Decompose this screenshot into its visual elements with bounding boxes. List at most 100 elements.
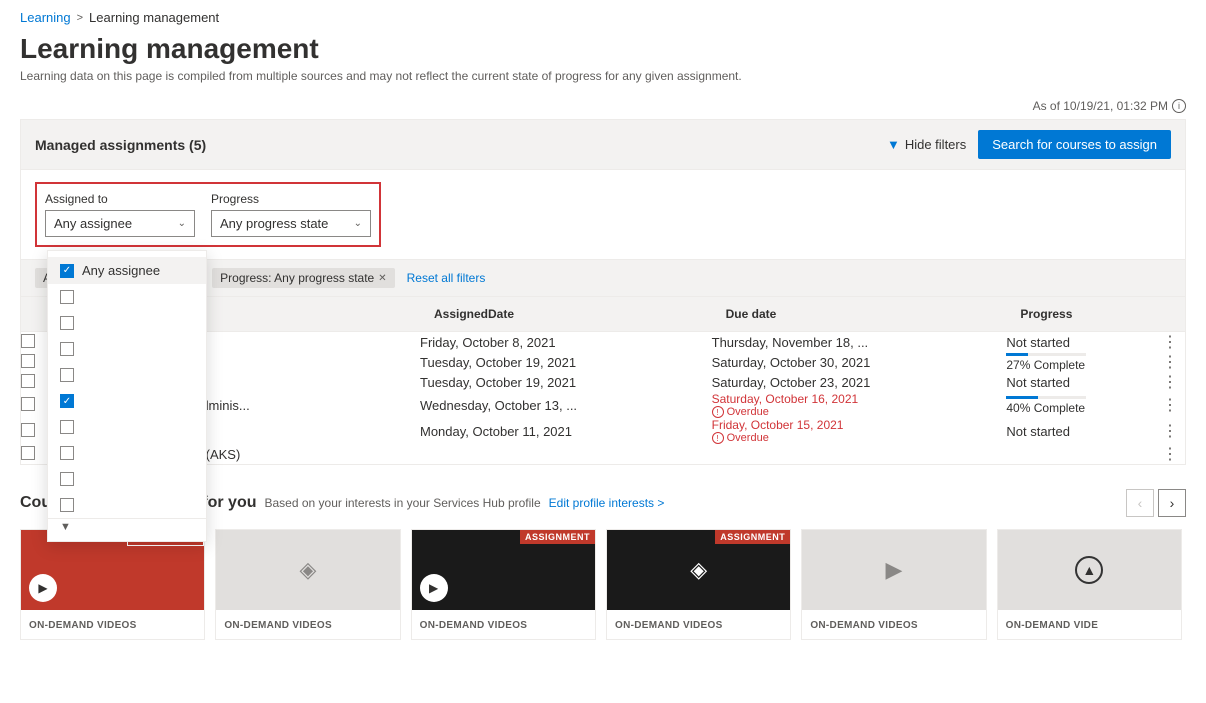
- course-card-5[interactable]: ▶ ON-DEMAND VIDEOS: [801, 529, 986, 640]
- course-card-3[interactable]: ▶ ASSIGNMENT ON-DEMAND VIDEOS: [411, 529, 596, 640]
- row3-progress: Not started: [1006, 372, 1155, 392]
- row5-assigned-date: Monday, October 11, 2021: [420, 418, 712, 444]
- row5-actions[interactable]: ⋮: [1155, 418, 1185, 444]
- course1-thumb-icon: ▶: [29, 574, 57, 602]
- row6-progress: [1006, 444, 1155, 464]
- breadcrumb-current: Learning management: [89, 10, 219, 25]
- courses-grid: ▶ ASSIGNMENT ON-DEMAND VIDEOS ◈ ON-DEMAN…: [20, 529, 1186, 640]
- row4-due-date-text: Saturday, October 16, 2021: [712, 392, 1007, 406]
- filter-tag-progress-close-icon[interactable]: ✕: [378, 273, 386, 284]
- row3-actions[interactable]: ⋮: [1155, 372, 1185, 392]
- course2-thumb-icon: ◈: [300, 557, 317, 583]
- assigned-to-label: Assigned to: [45, 192, 195, 206]
- course4-thumb-icon: ◈: [690, 557, 707, 583]
- row1-assigned-date: Friday, October 8, 2021: [420, 332, 712, 353]
- course-card-2[interactable]: ◈ ON-DEMAND VIDEOS: [215, 529, 400, 640]
- checkbox-unchecked-icon: [60, 498, 74, 512]
- progress-select[interactable]: Any progress state ⌄: [211, 210, 371, 237]
- filter-tag-progress-label: Progress: Any progress state: [220, 271, 374, 285]
- checkbox-unchecked-icon: [60, 368, 74, 382]
- row5-due-date: Friday, October 15, 2021 ! Overdue: [712, 418, 1007, 444]
- filter-funnel-icon: ▼: [887, 137, 900, 152]
- dropdown-item-5[interactable]: [48, 362, 206, 388]
- progress-filter: Progress Any progress state ⌄: [211, 192, 371, 237]
- course-card-4[interactable]: ◈ ASSIGNMENT ON-DEMAND VIDEOS: [606, 529, 791, 640]
- dropdown-item-any-assignee[interactable]: ✓ Any assignee: [48, 257, 206, 284]
- assignment-badge-4: ASSIGNMENT: [715, 530, 790, 544]
- info-icon[interactable]: i: [1172, 99, 1186, 113]
- row2-actions[interactable]: ⋮: [1155, 352, 1185, 372]
- course3-type: ON-DEMAND VIDEOS: [420, 620, 528, 631]
- row1-progress: Not started: [1006, 332, 1155, 353]
- course1-type: ON-DEMAND VIDEOS: [29, 620, 137, 631]
- col-actions: [1155, 297, 1185, 332]
- course-card-6[interactable]: ▲ ON-DEMAND VIDE: [997, 529, 1182, 640]
- course5-thumb-icon: ▶: [886, 557, 903, 583]
- course-card-1[interactable]: ▶ ASSIGNMENT ON-DEMAND VIDEOS: [20, 529, 205, 640]
- col-assigned-date[interactable]: AssignedDate: [420, 297, 712, 332]
- breadcrumb-home[interactable]: Learning: [20, 10, 71, 25]
- dropdown-item-3[interactable]: [48, 310, 206, 336]
- dropdown-item-6[interactable]: ✓: [48, 388, 206, 414]
- overdue-circle-icon: !: [712, 406, 724, 418]
- hide-filters-label: Hide filters: [905, 137, 966, 152]
- checkbox-unchecked-icon: [60, 420, 74, 434]
- overdue-circle-icon-2: !: [712, 432, 724, 444]
- row4-progress-text: 40% Complete: [1006, 401, 1155, 415]
- row5-due-date-text: Friday, October 15, 2021: [712, 418, 1007, 432]
- row4-due-date: Saturday, October 16, 2021 ! Overdue: [712, 392, 1007, 418]
- edit-interests-link[interactable]: Edit profile interests >: [549, 496, 665, 510]
- courses-subtitle: Based on your interests in your Services…: [265, 496, 541, 510]
- dropdown-item-2[interactable]: [48, 284, 206, 310]
- course3-thumb-icon: ▶: [420, 574, 448, 602]
- assigned-to-chevron-icon: ⌄: [178, 218, 186, 229]
- dropdown-item-4[interactable]: [48, 336, 206, 362]
- assigned-to-filter: Assigned to Any assignee ⌄: [45, 192, 195, 237]
- row2-progress-text: 27% Complete: [1006, 358, 1155, 372]
- dropdown-item-7[interactable]: [48, 414, 206, 440]
- page-subtitle: Learning data on this page is compiled f…: [20, 69, 1186, 83]
- assignment-badge-3: ASSIGNMENT: [520, 530, 595, 544]
- breadcrumb-separator: >: [77, 12, 83, 24]
- dropdown-item-8[interactable]: [48, 440, 206, 466]
- checkbox-unchecked-icon: [60, 316, 74, 330]
- row1-actions[interactable]: ⋮: [1155, 332, 1185, 353]
- reset-filters-link[interactable]: Reset all filters: [407, 271, 486, 285]
- course6-type: ON-DEMAND VIDE: [1006, 620, 1099, 631]
- checkbox-unchecked-icon: [60, 472, 74, 486]
- section-header: Managed assignments (5) ▼ Hide filters S…: [20, 119, 1186, 170]
- checkbox-unchecked-icon: [60, 342, 74, 356]
- row5-progress: Not started: [1006, 418, 1155, 444]
- assignee-dropdown[interactable]: ✓ Any assignee ✓: [47, 250, 207, 542]
- courses-prev-button[interactable]: ‹: [1126, 489, 1154, 517]
- filter-box: Assigned to Any assignee ⌄ Progress Any …: [35, 182, 381, 247]
- row3-assigned-date: Tuesday, October 19, 2021: [420, 372, 712, 392]
- dropdown-item-10[interactable]: [48, 492, 206, 518]
- row6-due-date: [712, 444, 1007, 464]
- checkbox-unchecked-icon: [60, 290, 74, 304]
- overdue-label: Overdue: [727, 406, 769, 418]
- overdue-label-2: Overdue: [727, 432, 769, 444]
- row2-assigned-date: Tuesday, October 19, 2021: [420, 352, 712, 372]
- assigned-to-select[interactable]: Any assignee ⌄: [45, 210, 195, 237]
- row1-due-date: Thursday, November 18, ...: [712, 332, 1007, 353]
- course4-type: ON-DEMAND VIDEOS: [615, 620, 723, 631]
- course2-type: ON-DEMAND VIDEOS: [224, 620, 332, 631]
- row6-assigned-date: [420, 444, 712, 464]
- filter-tag-progress[interactable]: Progress: Any progress state ✕: [212, 268, 394, 288]
- progress-label: Progress: [211, 192, 371, 206]
- row3-due-date: Saturday, October 23, 2021: [712, 372, 1007, 392]
- col-due-date[interactable]: Due date: [712, 297, 1007, 332]
- col-progress[interactable]: Progress: [1006, 297, 1155, 332]
- dropdown-scroll-indicator: ▼: [48, 518, 206, 535]
- row2-due-date: Saturday, October 30, 2021: [712, 352, 1007, 372]
- page-title: Learning management: [20, 33, 1186, 65]
- courses-next-button[interactable]: ›: [1158, 489, 1186, 517]
- row6-actions[interactable]: ⋮: [1155, 444, 1185, 464]
- dropdown-item-9[interactable]: [48, 466, 206, 492]
- hide-filters-button[interactable]: ▼ Hide filters: [887, 137, 966, 152]
- search-courses-button[interactable]: Search for courses to assign: [978, 130, 1171, 159]
- breadcrumb: Learning > Learning management: [0, 0, 1206, 29]
- checkbox-checked-icon: ✓: [60, 264, 74, 278]
- row4-actions[interactable]: ⋮: [1155, 392, 1185, 418]
